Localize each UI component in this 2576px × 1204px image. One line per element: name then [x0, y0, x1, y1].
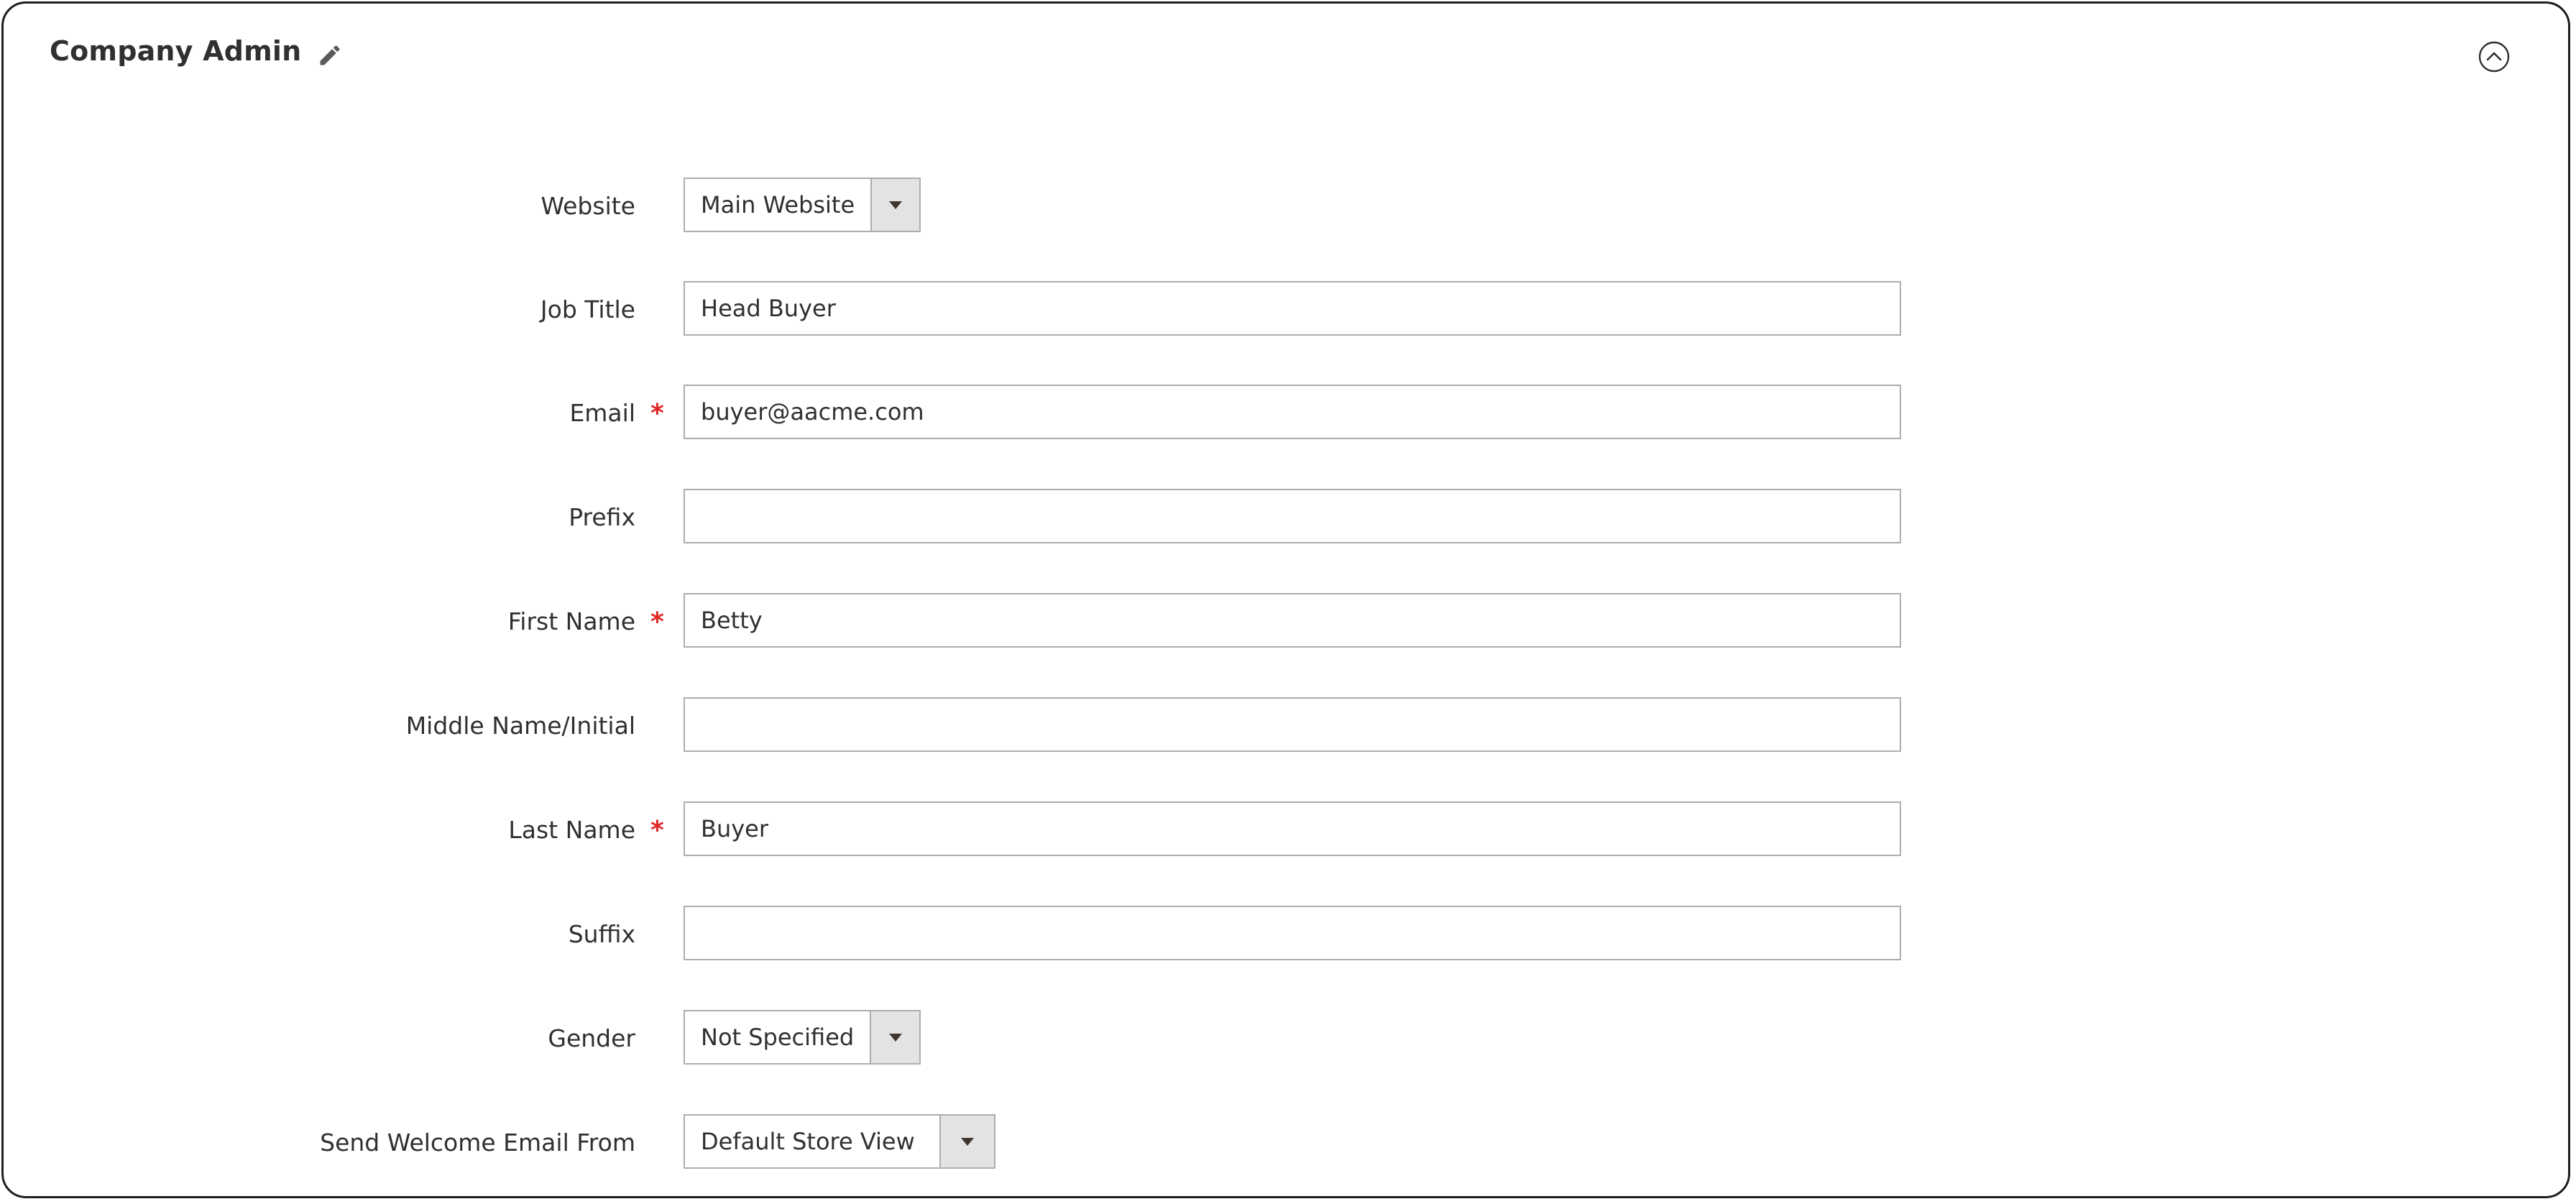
website-select[interactable]: Main Website	[684, 178, 921, 232]
send-welcome-email-select[interactable]: Default Store View	[684, 1114, 995, 1169]
website-select-value: Main Website	[701, 191, 855, 219]
chevron-up-circle-icon[interactable]	[2478, 40, 2511, 73]
caret-down-icon	[961, 1137, 974, 1146]
job-title-label: Job Title	[540, 295, 635, 323]
website-label: Website	[540, 192, 635, 220]
prefix-input[interactable]	[684, 489, 1901, 543]
first-name-label: First Name	[507, 607, 635, 635]
gender-select[interactable]: Not Specified	[684, 1010, 921, 1065]
email-input[interactable]	[684, 385, 1901, 439]
job-title-input[interactable]	[684, 281, 1901, 336]
prefix-label: Prefix	[569, 503, 635, 531]
required-marker: *	[650, 607, 664, 637]
required-marker: *	[650, 399, 664, 428]
email-label: Email	[569, 399, 635, 427]
first-name-input[interactable]	[684, 593, 1901, 648]
required-marker: *	[650, 816, 664, 845]
section-title: Company Admin	[50, 35, 302, 67]
send-welcome-email-select-value: Default Store View	[701, 1128, 915, 1155]
last-name-input[interactable]	[684, 801, 1901, 856]
website-dropdown-button[interactable]	[870, 179, 919, 231]
gender-select-value: Not Specified	[701, 1024, 855, 1051]
pencil-icon[interactable]	[317, 42, 343, 68]
caret-down-icon	[888, 1033, 902, 1042]
last-name-label: Last Name	[508, 816, 635, 844]
suffix-label: Suffix	[568, 920, 635, 948]
middle-name-label: Middle Name/Initial	[405, 712, 635, 740]
send-welcome-email-dropdown-button[interactable]	[939, 1116, 994, 1167]
suffix-input[interactable]	[684, 906, 1901, 960]
gender-dropdown-button[interactable]	[870, 1011, 919, 1063]
gender-label: Gender	[548, 1024, 635, 1052]
company-admin-panel: Company Admin Website Main Website Job T…	[1, 1, 2570, 1198]
caret-down-icon	[889, 201, 903, 209]
middle-name-input[interactable]	[684, 697, 1901, 752]
send-welcome-email-label: Send Welcome Email From	[320, 1129, 635, 1157]
